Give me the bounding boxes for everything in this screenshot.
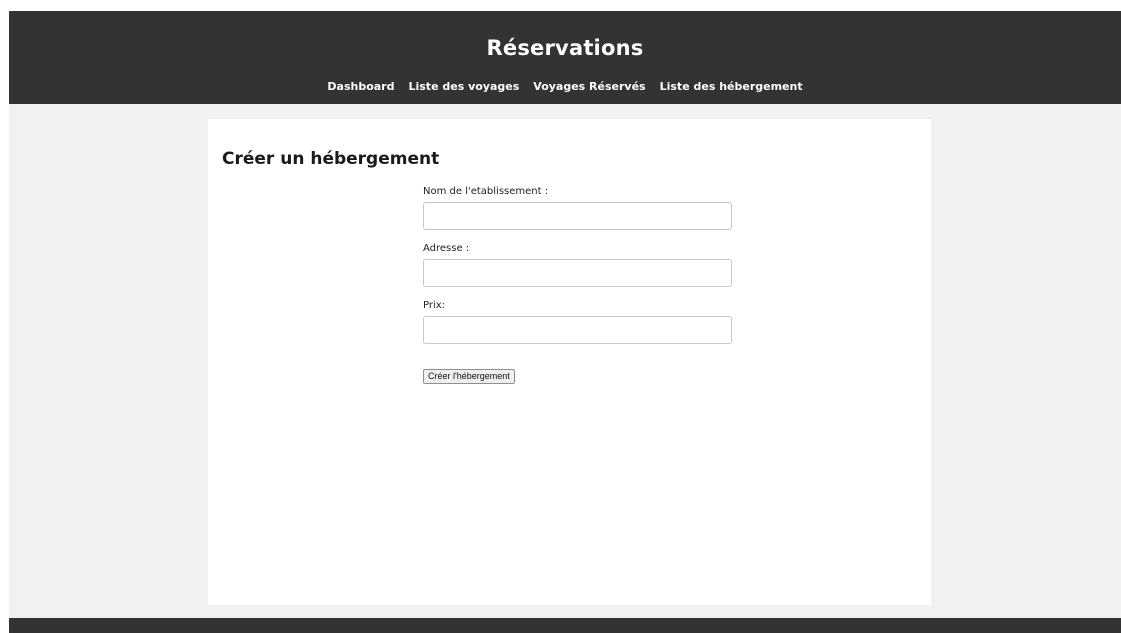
price-input[interactable]: [423, 316, 732, 344]
site-header: Réservations Dashboard Liste des voyages…: [9, 11, 1121, 104]
nav-link-accommodation-list[interactable]: Liste des hébergement: [660, 80, 803, 93]
establishment-name-input[interactable]: [423, 202, 732, 230]
nav-link-voyages-list[interactable]: Liste des voyages: [408, 80, 519, 93]
create-accommodation-button[interactable]: Créer l'hébergement: [423, 369, 515, 384]
site-footer: [9, 618, 1121, 633]
page-frame: Réservations Dashboard Liste des voyages…: [9, 11, 1121, 633]
address-label: Adresse :: [423, 243, 470, 254]
price-label: Prix:: [423, 300, 446, 311]
site-title: Réservations: [486, 36, 644, 60]
nav-link-dashboard[interactable]: Dashboard: [327, 80, 394, 93]
content-card: Créer un hébergement Nom de l'etablissem…: [208, 119, 931, 605]
nav-link-booked-voyages[interactable]: Voyages Réservés: [533, 80, 645, 93]
address-input[interactable]: [423, 259, 732, 287]
page-title: Créer un hébergement: [222, 149, 440, 169]
create-accommodation-form: Nom de l'etablissement : Adresse : Prix:…: [423, 186, 733, 384]
establishment-name-label: Nom de l'etablissement :: [423, 186, 549, 197]
main-nav: Dashboard Liste des voyages Voyages Rése…: [9, 80, 1121, 93]
